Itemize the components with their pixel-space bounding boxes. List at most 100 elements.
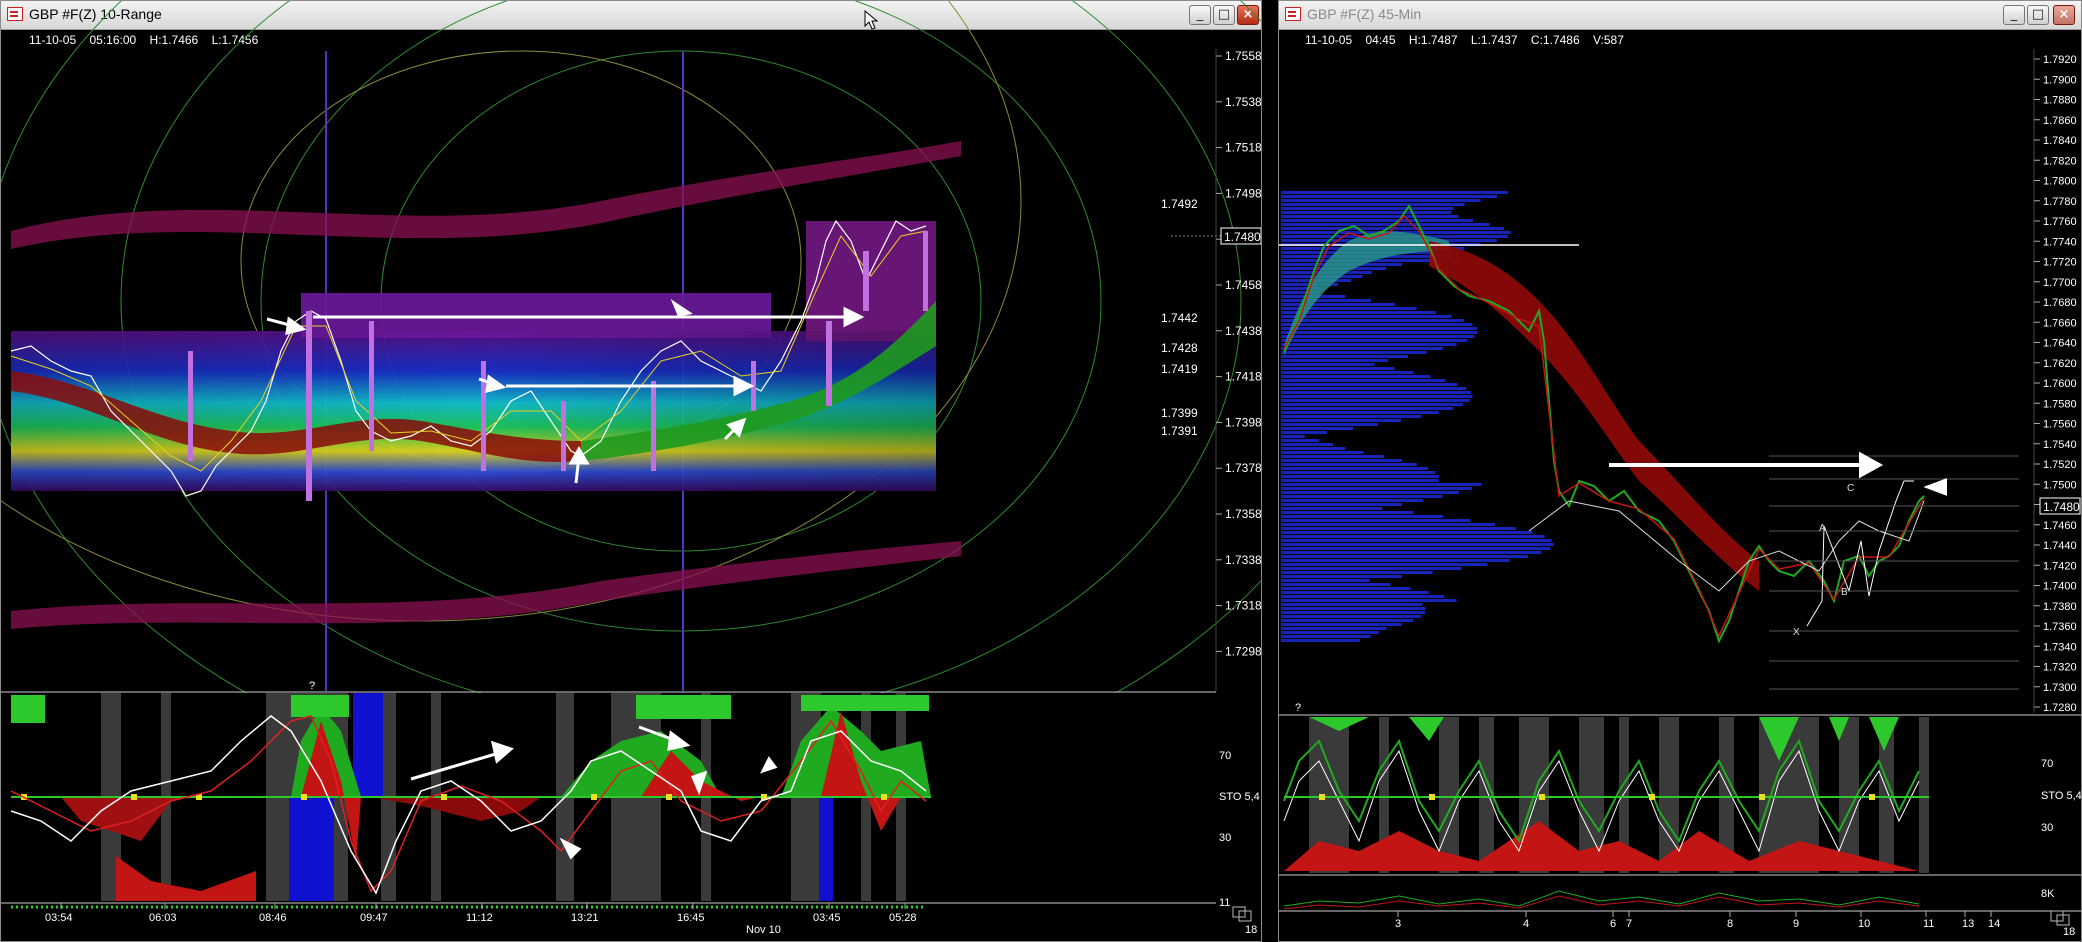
price-axis-label: 1.7318 bbox=[1225, 599, 1262, 613]
time-axis-label: 06:03 bbox=[149, 912, 177, 924]
date-axis-label: 3 bbox=[1395, 918, 1401, 930]
date-axis-label: 6 bbox=[1610, 918, 1616, 930]
time-axis-label: 03:45 bbox=[813, 912, 841, 924]
time-axis-label: 16:45 bbox=[677, 912, 705, 924]
price-axis-label: 1.7740 bbox=[2043, 236, 2077, 248]
price-axis-label: 1.7780 bbox=[2043, 196, 2077, 208]
price-levels: 1.7492 1.7442 1.7428 1.7419 1.7399 1.7391 bbox=[1161, 197, 1198, 438]
right-chart-canvas[interactable]: X A B C 1.79201.79001.78801.78601.78401.… bbox=[1279, 1, 2082, 942]
svg-text:8K: 8K bbox=[2041, 888, 2055, 900]
price-axis-label: 1.7458 bbox=[1225, 278, 1262, 292]
price-axis-label: 1.7540 bbox=[2043, 439, 2077, 451]
time-axis-label: 13:21 bbox=[571, 912, 599, 924]
price-axis-label: 1.7440 bbox=[2043, 540, 2077, 552]
price-axis-label: 1.7600 bbox=[2043, 378, 2077, 390]
price-axis-label: 1.7298 bbox=[1225, 644, 1262, 658]
time-axis-label: 09:47 bbox=[360, 912, 388, 924]
fib-lines bbox=[1769, 455, 2019, 690]
date-axis-label: 9 bbox=[1793, 918, 1799, 930]
price-level-label: 1.7442 bbox=[1161, 311, 1198, 325]
price-axis-label: 1.7378 bbox=[1225, 461, 1262, 475]
price-axis-label: 1.7360 bbox=[2043, 621, 2077, 633]
price-axis-label: 1.7680 bbox=[2043, 297, 2077, 309]
price-level-label: 1.7391 bbox=[1161, 424, 1198, 438]
price-axis-label: 1.7560 bbox=[2043, 419, 2077, 431]
date-axis-label: 4 bbox=[1523, 918, 1529, 930]
price-level-label: 1.7399 bbox=[1161, 406, 1198, 420]
price-axis-label: 1.7438 bbox=[1225, 324, 1262, 338]
svg-text:1.7480: 1.7480 bbox=[1224, 230, 1261, 244]
price-axis-label: 1.7518 bbox=[1225, 141, 1262, 155]
date-axis-label: 10 bbox=[1858, 918, 1870, 930]
price-axis-label: 1.7900 bbox=[2043, 74, 2077, 86]
svg-text:70: 70 bbox=[2041, 758, 2053, 770]
price-axis-label: 1.7760 bbox=[2043, 216, 2077, 228]
price-axis-label: 1.7800 bbox=[2043, 176, 2077, 188]
price-axis-label: 1.7720 bbox=[2043, 257, 2077, 269]
oscillator-panel bbox=[10, 693, 1216, 903]
svg-text:X: X bbox=[1793, 627, 1800, 638]
price-axis-label: 1.7538 bbox=[1225, 95, 1262, 109]
price-axis-label: 1.7660 bbox=[2043, 317, 2077, 329]
price-axis-label: 1.7840 bbox=[2043, 135, 2077, 147]
trend-ribbon-red bbox=[1429, 241, 1759, 591]
price-level-label: 1.7419 bbox=[1161, 362, 1198, 376]
svg-text:18: 18 bbox=[2063, 926, 2075, 938]
date-axis-label: 11 bbox=[1923, 918, 1934, 930]
price-axis-label: 1.7400 bbox=[2043, 581, 2077, 593]
price-axis-label: 1.7498 bbox=[1225, 186, 1262, 200]
price-axis-label: 1.7320 bbox=[2043, 662, 2077, 674]
current-price-tag: 1.7480 bbox=[1220, 227, 1261, 245]
price-level-label: 1.7428 bbox=[1161, 341, 1198, 355]
price-axis-label: 1.7920 bbox=[2043, 54, 2077, 66]
svg-text:?: ? bbox=[309, 680, 315, 692]
price-axis-label: 1.7340 bbox=[2043, 641, 2077, 653]
price-axis-label: 1.7418 bbox=[1225, 370, 1262, 384]
price-axis-label: 1.7580 bbox=[2043, 398, 2077, 410]
svg-text:B: B bbox=[1841, 587, 1848, 598]
left-chart-canvas[interactable]: 1.75581.75381.75181.74981.74781.74581.74… bbox=[1, 1, 1262, 942]
current-price-tag: 1.7480 bbox=[2039, 497, 2081, 515]
price-axis: 1.7920 1.7900 1.7880 1.7860 1.7840 1.7820 1.78… bbox=[2034, 54, 2077, 714]
price-axis-label: 1.7880 bbox=[2043, 95, 2077, 107]
price-axis-label: 1.7460 bbox=[2043, 520, 2077, 532]
svg-text:STO 5,4: STO 5,4 bbox=[2041, 790, 2082, 802]
lower-band bbox=[11, 541, 961, 629]
svg-text:?: ? bbox=[1295, 702, 1301, 714]
price-axis-label: 1.7620 bbox=[2043, 358, 2077, 370]
price-axis-label: 1.7300 bbox=[2043, 682, 2077, 694]
svg-text:11: 11 bbox=[1219, 897, 1230, 909]
svg-text:18: 18 bbox=[1245, 924, 1257, 936]
price-axis-label: 1.7380 bbox=[2043, 601, 2077, 613]
date-axis-label: 13 bbox=[1962, 918, 1974, 930]
price-axis: 1.75581.75381.75181.74981.74781.74581.74… bbox=[1216, 49, 1262, 658]
date-axis: 3 4 6 7 8 9 10 11 13 14 bbox=[1395, 911, 2000, 930]
mouse-cursor bbox=[864, 10, 878, 30]
price-axis-label: 1.7520 bbox=[2043, 459, 2077, 471]
svg-text:C: C bbox=[1847, 483, 1854, 494]
price-axis-label: 1.7398 bbox=[1225, 415, 1262, 429]
time-axis-label: 03:54 bbox=[45, 912, 73, 924]
price-axis-label: 1.7820 bbox=[2043, 155, 2077, 167]
price-axis-label: 1.7558 bbox=[1225, 49, 1262, 63]
price-axis-label: 1.7358 bbox=[1225, 507, 1262, 521]
date-axis-label: 8 bbox=[1727, 918, 1733, 930]
time-axis-label: 08:46 bbox=[259, 912, 287, 924]
price-axis-label: 1.7500 bbox=[2043, 479, 2077, 491]
price-axis-label: 1.7338 bbox=[1225, 553, 1262, 567]
svg-text:30: 30 bbox=[1219, 832, 1231, 844]
price-axis-label: 1.7280 bbox=[2043, 702, 2077, 714]
svg-text:30: 30 bbox=[2041, 822, 2053, 834]
svg-text:STO 5,4: STO 5,4 bbox=[1219, 791, 1260, 803]
price-axis-label: 1.7640 bbox=[2043, 338, 2077, 350]
svg-text:A: A bbox=[1819, 523, 1826, 534]
date-axis-label: 14 bbox=[1988, 918, 2000, 930]
time-axis-label: 05:28 bbox=[889, 912, 917, 924]
price-axis-label: 1.7860 bbox=[2043, 115, 2077, 127]
time-axis-label: 11:12 bbox=[466, 912, 493, 924]
oscillator-panel bbox=[1283, 717, 1929, 873]
right-chart-window: GBP #F(Z) 45-Min _ □ × 11-10-05 04:45 H:… bbox=[1278, 0, 2082, 942]
time-axis: 03:54 06:03 08:46 09:47 11:12 13:21 16:45 03:45… bbox=[45, 903, 917, 924]
date-axis-label: 7 bbox=[1626, 918, 1632, 930]
price-axis-label: 1.7700 bbox=[2043, 277, 2077, 289]
